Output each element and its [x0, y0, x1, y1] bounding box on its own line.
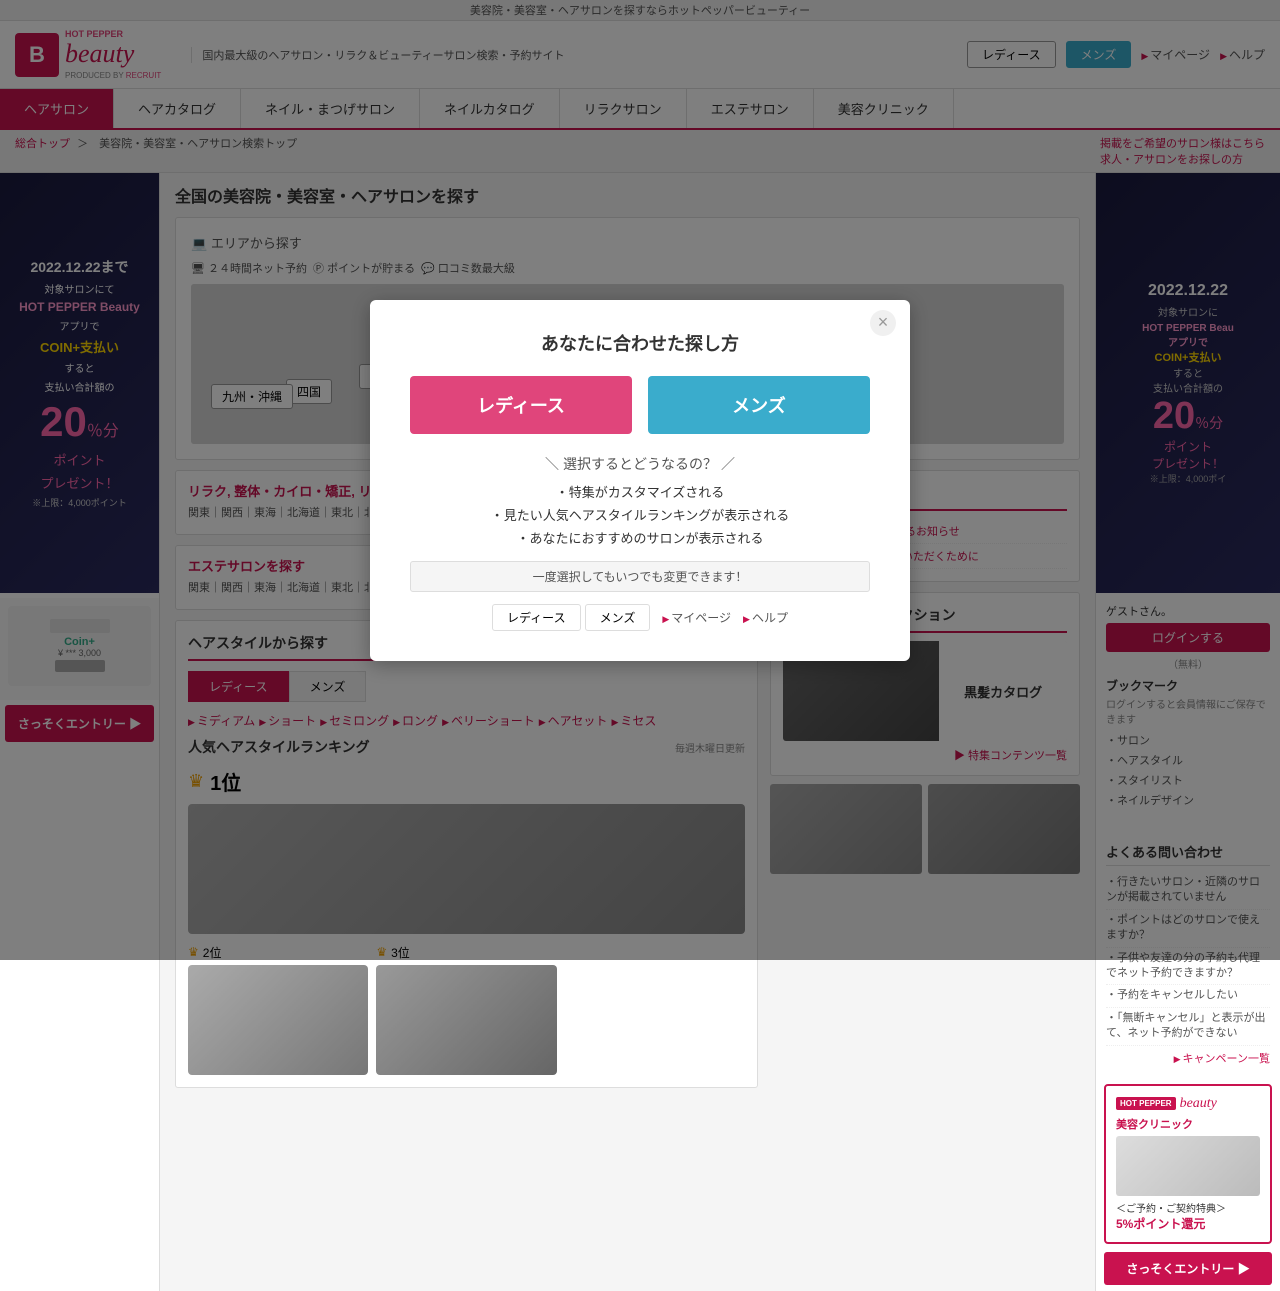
clinic-benefit1: ＜ご予約・ご契約特典＞ — [1116, 1200, 1260, 1215]
modal-mens-button[interactable]: メンズ — [648, 376, 870, 434]
modal-bottom-mens[interactable]: メンズ — [585, 604, 651, 631]
modal-note: 一度選択してもいつでも変更できます！ — [410, 561, 870, 592]
modal-explain: 選択するとどうなるの？ 特集がカスタマイズされる 見たい人気ヘアスタイルランキン… — [410, 454, 870, 547]
faq-item-5: 「無断キャンセル」と表示が出て、ネット予約ができない — [1106, 1008, 1270, 1046]
modal-mypage-link[interactable]: マイページ — [662, 609, 731, 626]
clinic-photo — [1116, 1136, 1260, 1196]
rank-3-item: ♛ 3位 — [376, 944, 556, 1075]
clinic-beauty-label: beauty — [1180, 1096, 1217, 1112]
modal-explain-item-1: 特集がカスタマイズされる — [410, 482, 870, 501]
clinic-hot-label: HOT PEPPER — [1116, 1097, 1176, 1110]
modal-explain-title: 選択するとどうなるの？ — [410, 454, 870, 474]
clinic-benefit2: 5%ポイント還元 — [1116, 1215, 1260, 1232]
modal-close-button[interactable]: × — [870, 310, 896, 336]
rank-3-photo — [376, 965, 556, 1075]
modal-bottom-tabs: レディース メンズ — [492, 604, 650, 631]
clinic-ad[interactable]: HOT PEPPER beauty 美容クリニック ＜ご予約・ご契約特典＞ 5%… — [1104, 1084, 1272, 1244]
rank-2-item: ♛ 2位 — [188, 944, 368, 1075]
modal-buttons: レディース メンズ — [410, 376, 870, 434]
modal-help-link[interactable]: ヘルプ — [743, 609, 788, 626]
modal-explain-item-3: あなたにおすすめのサロンが表示される — [410, 528, 870, 547]
modal: × あなたに合わせた探し方 レディース メンズ 選択するとどうなるの？ 特集がカ… — [370, 300, 910, 661]
modal-explain-item-2: 見たい人気ヘアスタイルランキングが表示される — [410, 505, 870, 524]
campaign-link[interactable]: キャンペーン一覧 — [1106, 1050, 1270, 1066]
faq-item-4: 予約をキャンセルしたい — [1106, 985, 1270, 1007]
rank-2-photo — [188, 965, 368, 1075]
modal-title: あなたに合わせた探し方 — [410, 330, 870, 356]
rank-grid: ♛ 2位 ♛ 3位 — [188, 944, 745, 1075]
modal-bottom-ladies[interactable]: レディース — [492, 604, 581, 631]
modal-ladies-button[interactable]: レディース — [410, 376, 632, 434]
modal-bottom: レディース メンズ マイページ ヘルプ — [410, 604, 870, 631]
clinic-sub-label: 美容クリニック — [1116, 1116, 1260, 1132]
entry-button-right[interactable]: さっそくエントリー ▶ — [1104, 1252, 1272, 1285]
modal-overlay[interactable]: × あなたに合わせた探し方 レディース メンズ 選択するとどうなるの？ 特集がカ… — [0, 0, 1280, 960]
